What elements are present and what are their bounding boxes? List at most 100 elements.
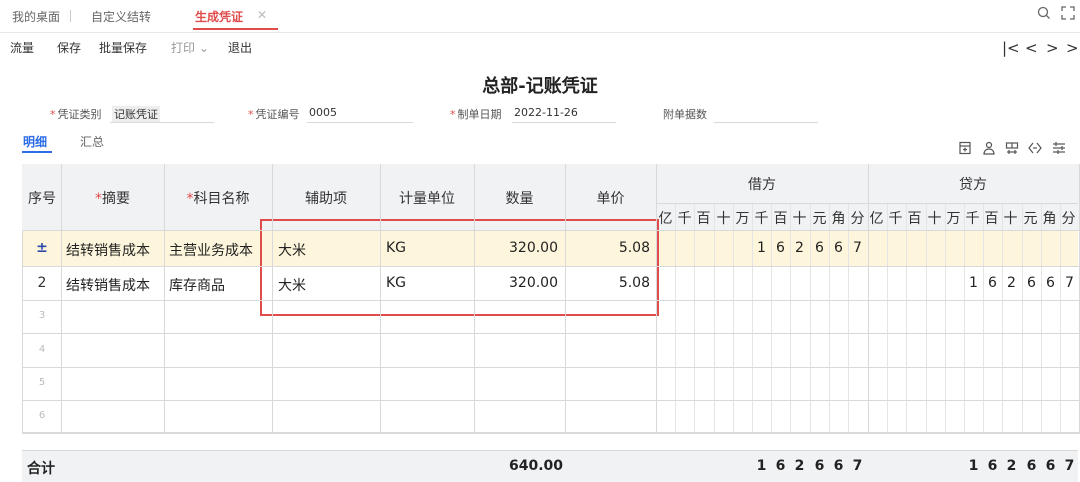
tab-generate-voucher[interactable]: 生成凭证 bbox=[195, 8, 243, 25]
header-account: *科目名称 bbox=[186, 191, 250, 207]
tab-desktop[interactable]: 我的桌面 bbox=[12, 8, 60, 25]
swap-icon[interactable] bbox=[1028, 141, 1042, 159]
digit-divider bbox=[829, 203, 830, 432]
grid-row-divider bbox=[22, 432, 1079, 433]
header-credit: 贷方 bbox=[959, 177, 987, 193]
grid-col-divider bbox=[656, 164, 657, 432]
tab-summary[interactable]: 汇总 bbox=[80, 133, 104, 150]
digit-divider bbox=[694, 203, 695, 432]
credit-digit-unit: 百 bbox=[984, 211, 999, 227]
row1-debit-digit: 2 bbox=[795, 240, 804, 256]
copy-row-icon[interactable] bbox=[982, 141, 996, 159]
grid-row-divider bbox=[22, 367, 1079, 368]
next-record-icon[interactable]: > bbox=[1046, 39, 1059, 57]
debit-digit-unit: 十 bbox=[716, 211, 731, 227]
debit-digit-unit: 百 bbox=[773, 211, 788, 227]
digit-divider bbox=[906, 203, 907, 432]
digit-divider bbox=[1022, 203, 1023, 432]
credit-digit-unit: 万 bbox=[946, 211, 961, 227]
digit-divider bbox=[771, 203, 772, 432]
total-label: 合计 bbox=[27, 461, 55, 477]
voucher-type-field[interactable]: 记账凭证 bbox=[112, 106, 160, 122]
total-credit-digit: 6 bbox=[1026, 458, 1037, 474]
voucher-type-label-text: 凭证类别 bbox=[57, 108, 102, 121]
debit-digit-unit: 分 bbox=[850, 211, 865, 227]
digit-divider bbox=[810, 203, 811, 432]
insert-row-tool-icon[interactable] bbox=[958, 141, 972, 159]
adjust-icon[interactable] bbox=[1052, 141, 1066, 159]
digit-divider bbox=[1002, 203, 1003, 432]
digit-divider bbox=[714, 203, 715, 432]
header-summary-text: 摘要 bbox=[102, 191, 130, 207]
print-button[interactable]: 打印 ⌄ bbox=[171, 39, 209, 56]
digit-divider bbox=[1060, 203, 1061, 432]
grid-row-divider bbox=[22, 400, 1079, 401]
row2-credit-digit: 6 bbox=[1046, 275, 1055, 291]
total-qty: 640.00 bbox=[508, 458, 563, 474]
toolbar bbox=[0, 33, 1080, 59]
tab-custom-carryover[interactable]: 自定义结转 bbox=[91, 8, 151, 25]
date-underline bbox=[512, 122, 616, 123]
header-price: 单价 bbox=[596, 191, 625, 207]
grid-row-divider bbox=[22, 333, 1079, 334]
voucher-no-label-text: 凭证编号 bbox=[255, 108, 300, 121]
date-label: * 制单日期 bbox=[450, 108, 502, 121]
search-icon[interactable] bbox=[1037, 6, 1051, 24]
attachments-field[interactable] bbox=[714, 122, 818, 123]
debit-digit-unit: 万 bbox=[735, 211, 750, 227]
first-record-icon[interactable]: |< bbox=[1002, 39, 1020, 57]
voucher-title: 总部-记账凭证 bbox=[482, 76, 598, 97]
insert-row-icon[interactable]: ± bbox=[23, 240, 61, 256]
tab-bar bbox=[0, 0, 1080, 33]
last-record-icon[interactable]: >| bbox=[1066, 39, 1080, 57]
total-credit-digit: 2 bbox=[1006, 458, 1017, 474]
credit-digit-unit: 元 bbox=[1023, 211, 1038, 227]
highlight-box bbox=[260, 219, 659, 316]
total-debit-digit: 1 bbox=[756, 458, 767, 474]
column-settings-icon[interactable] bbox=[1005, 141, 1019, 159]
exit-button[interactable]: 退出 bbox=[228, 39, 252, 56]
grid-col-divider bbox=[272, 164, 273, 432]
digit-divider bbox=[790, 203, 791, 432]
total-credit-digit: 7 bbox=[1064, 458, 1075, 474]
row1-summary[interactable]: 结转销售成本 bbox=[66, 240, 150, 260]
row1-debit-digit: 6 bbox=[815, 240, 824, 256]
credit-digit-unit: 百 bbox=[907, 211, 922, 227]
debit-digit-unit: 千 bbox=[677, 211, 692, 227]
row4-seq: 4 bbox=[38, 344, 46, 355]
digit-divider bbox=[887, 203, 888, 432]
detail-tab-indicator bbox=[22, 151, 52, 153]
tab-detail[interactable]: 明细 bbox=[23, 133, 47, 150]
total-debit-digit: 6 bbox=[814, 458, 825, 474]
digit-divider bbox=[983, 203, 984, 432]
voucher-no-label: * 凭证编号 bbox=[248, 108, 300, 121]
fullscreen-icon[interactable] bbox=[1061, 6, 1075, 24]
batch-save-button[interactable]: 批量保存 bbox=[99, 39, 147, 56]
tab-separator bbox=[70, 10, 71, 22]
row1-debit-digit: 6 bbox=[776, 240, 785, 256]
date-field[interactable]: 2022-11-26 bbox=[514, 106, 578, 119]
total-debit-digit: 6 bbox=[775, 458, 786, 474]
voucher-no-field[interactable]: 0005 bbox=[309, 106, 337, 119]
row1-debit-digit: 6 bbox=[834, 240, 843, 256]
header-unit: 计量单位 bbox=[399, 191, 455, 207]
row2-summary[interactable]: 结转销售成本 bbox=[66, 275, 150, 295]
debit-digit-unit: 亿 bbox=[658, 211, 673, 227]
debit-digit-unit: 千 bbox=[754, 211, 769, 227]
digit-divider bbox=[926, 203, 927, 432]
prev-record-icon[interactable]: < bbox=[1025, 39, 1038, 57]
flow-button[interactable]: 流量 bbox=[10, 39, 34, 56]
row2-credit-digit: 6 bbox=[988, 275, 997, 291]
debit-digit-unit: 百 bbox=[696, 211, 711, 227]
header-aux: 辅助项 bbox=[305, 191, 347, 207]
total-debit-digit: 6 bbox=[833, 458, 844, 474]
grid-col-divider bbox=[61, 164, 62, 432]
close-icon[interactable]: ✕ bbox=[257, 8, 267, 22]
active-tab-indicator bbox=[193, 28, 278, 30]
save-button[interactable]: 保存 bbox=[57, 39, 81, 56]
voucher-type-underline bbox=[110, 122, 214, 123]
row2-account[interactable]: 库存商品 bbox=[169, 275, 225, 295]
total-credit-digit: 6 bbox=[987, 458, 998, 474]
credit-digit-unit: 千 bbox=[965, 211, 980, 227]
row1-account[interactable]: 主营业务成本 bbox=[169, 240, 253, 260]
